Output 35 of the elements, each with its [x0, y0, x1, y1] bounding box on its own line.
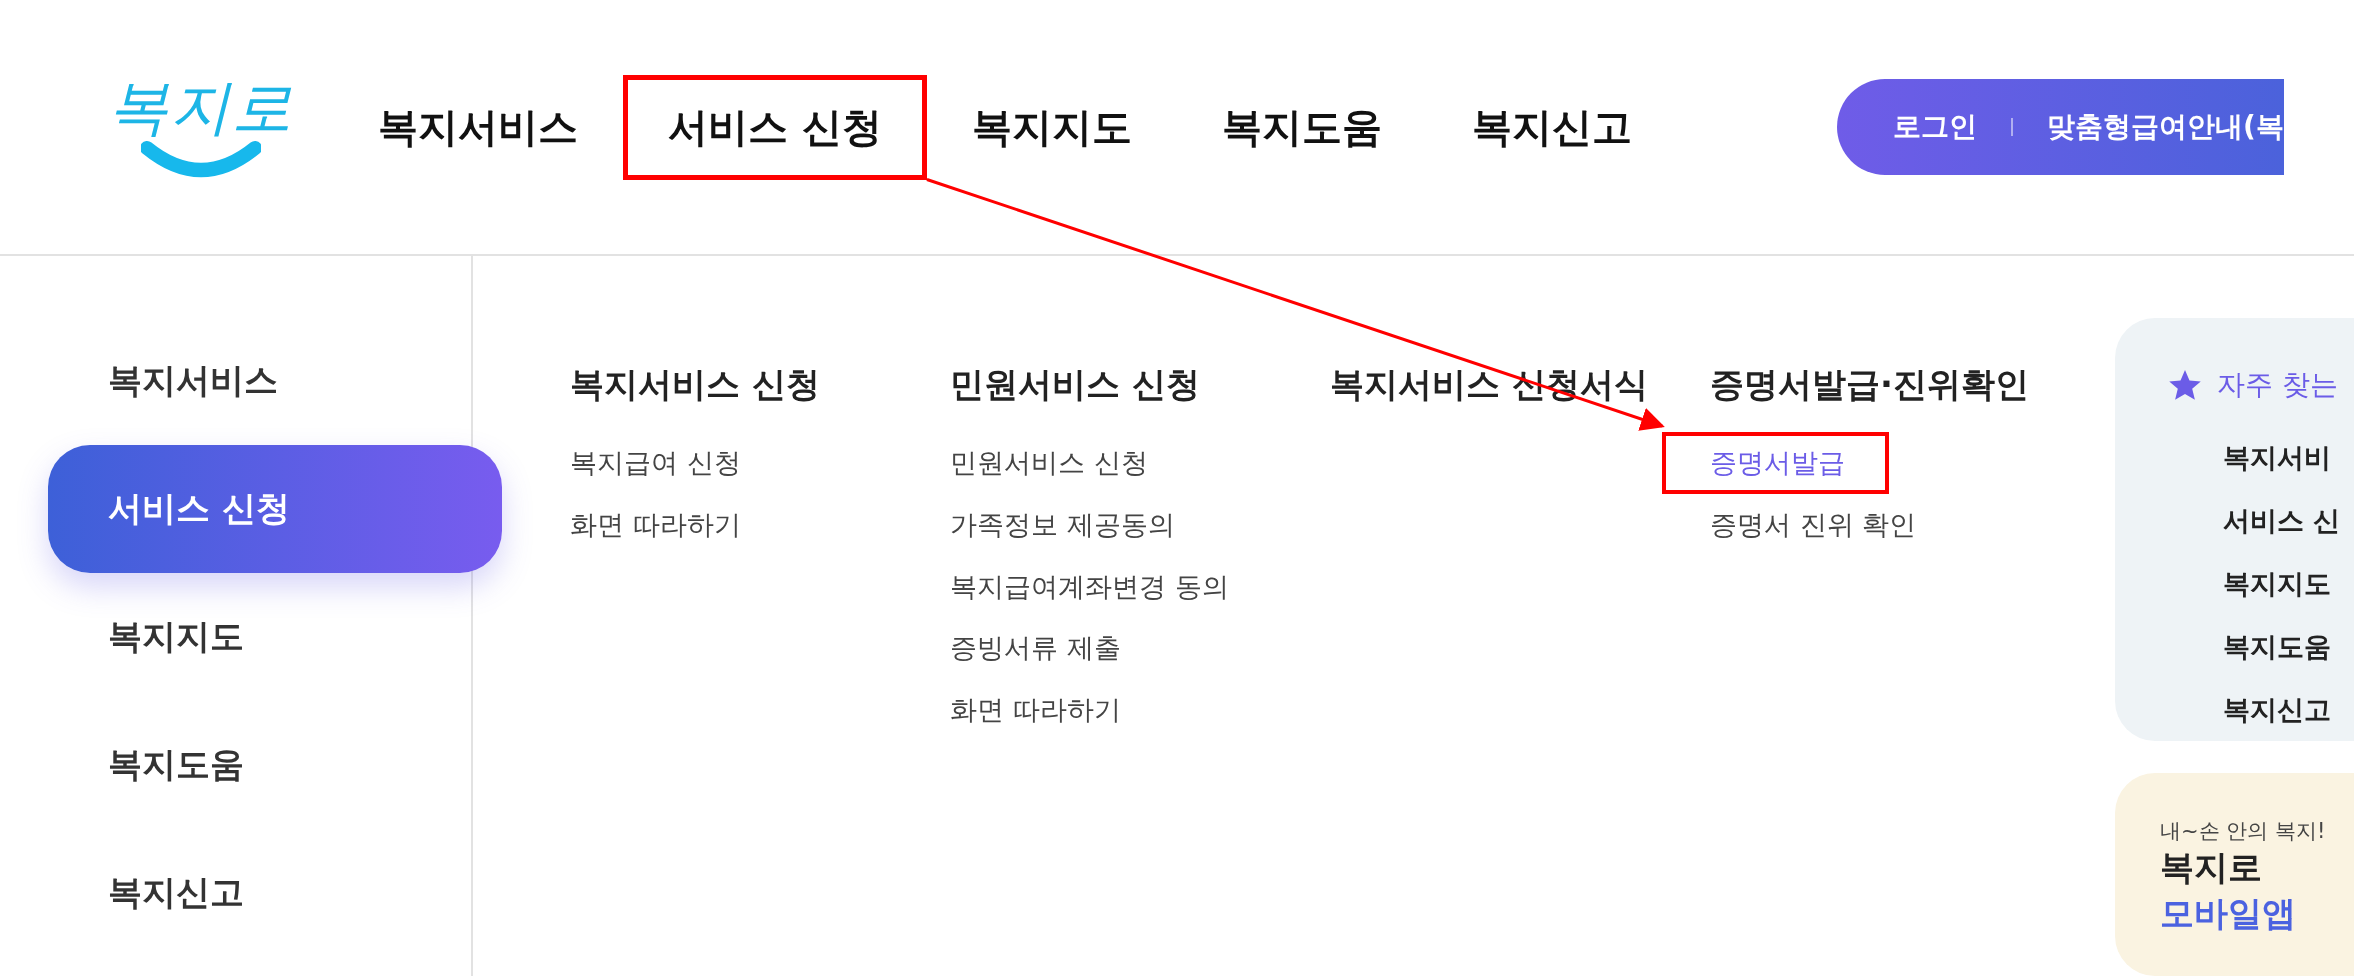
menu-link[interactable]: 가족정보 제공동의 — [902, 493, 1219, 556]
top-link[interactable]: 로그인 — [1892, 108, 1977, 146]
menu-heading[interactable]: 민원서비스 신청 — [950, 362, 1200, 408]
sidebar-item[interactable]: 복지신고 — [48, 829, 502, 957]
nav-item[interactable]: 복지신고 — [1426, 74, 1677, 180]
sidebar-item[interactable]: 복지지도 — [48, 573, 502, 701]
favorite-link[interactable]: 복지도움 — [2223, 615, 2354, 678]
sidebar-item[interactable]: 복지서비스 — [48, 317, 502, 445]
app-promo-card[interactable]: 내~손 안의 복지! 복지로 모바일앱 — [2115, 773, 2354, 976]
nav-item[interactable]: 복지서비스 — [333, 74, 623, 180]
menu-link[interactable]: 증명서 진위 확인 — [1662, 493, 1961, 556]
sidebar-item[interactable]: 복지도움 — [48, 701, 502, 829]
favorite-link[interactable]: 복지지도 — [2223, 552, 2354, 615]
menu-heading[interactable]: 복지서비스 신청 — [570, 362, 820, 408]
favorites-title: 자주 찾는 — [2217, 367, 2338, 403]
menu-link[interactable]: 민원서비스 신청 — [902, 432, 1192, 494]
menu-link[interactable]: 화면 따라하기 — [902, 679, 1165, 741]
nav-item[interactable]: 서비스 신청 — [623, 74, 927, 180]
menu-link[interactable]: 화면 따라하기 — [522, 493, 785, 556]
promo-title: 복지로 — [2160, 846, 2263, 889]
menu-heading[interactable]: 증명서발급·진위확인 — [1710, 362, 2029, 408]
menu-link[interactable]: 복지급여 신청 — [522, 432, 785, 494]
menu-link[interactable]: 증빙서류 제출 — [902, 617, 1165, 680]
top-link[interactable]: 맞춤형급여안내(복 — [2046, 108, 2284, 146]
smile-icon — [140, 140, 261, 180]
favorite-link[interactable]: 복지신고 — [2223, 678, 2354, 741]
promo-tagline: 내~손 안의 복지! — [2160, 818, 2327, 845]
favorite-link[interactable]: 복지서비 — [2223, 426, 2354, 489]
nav-item[interactable]: 복지도움 — [1176, 74, 1427, 180]
favorite-link[interactable]: 서비스 신 — [2223, 489, 2354, 552]
promo-subtitle: 모바일앱 — [2160, 892, 2297, 935]
menu-link[interactable]: 증명서발급 — [1662, 432, 1889, 494]
menu-link[interactable]: 복지급여계좌변경 동의 — [902, 555, 1273, 618]
nav-item[interactable]: 복지지도 — [926, 74, 1177, 180]
sidebar-item[interactable]: 서비스 신청 — [48, 445, 502, 573]
